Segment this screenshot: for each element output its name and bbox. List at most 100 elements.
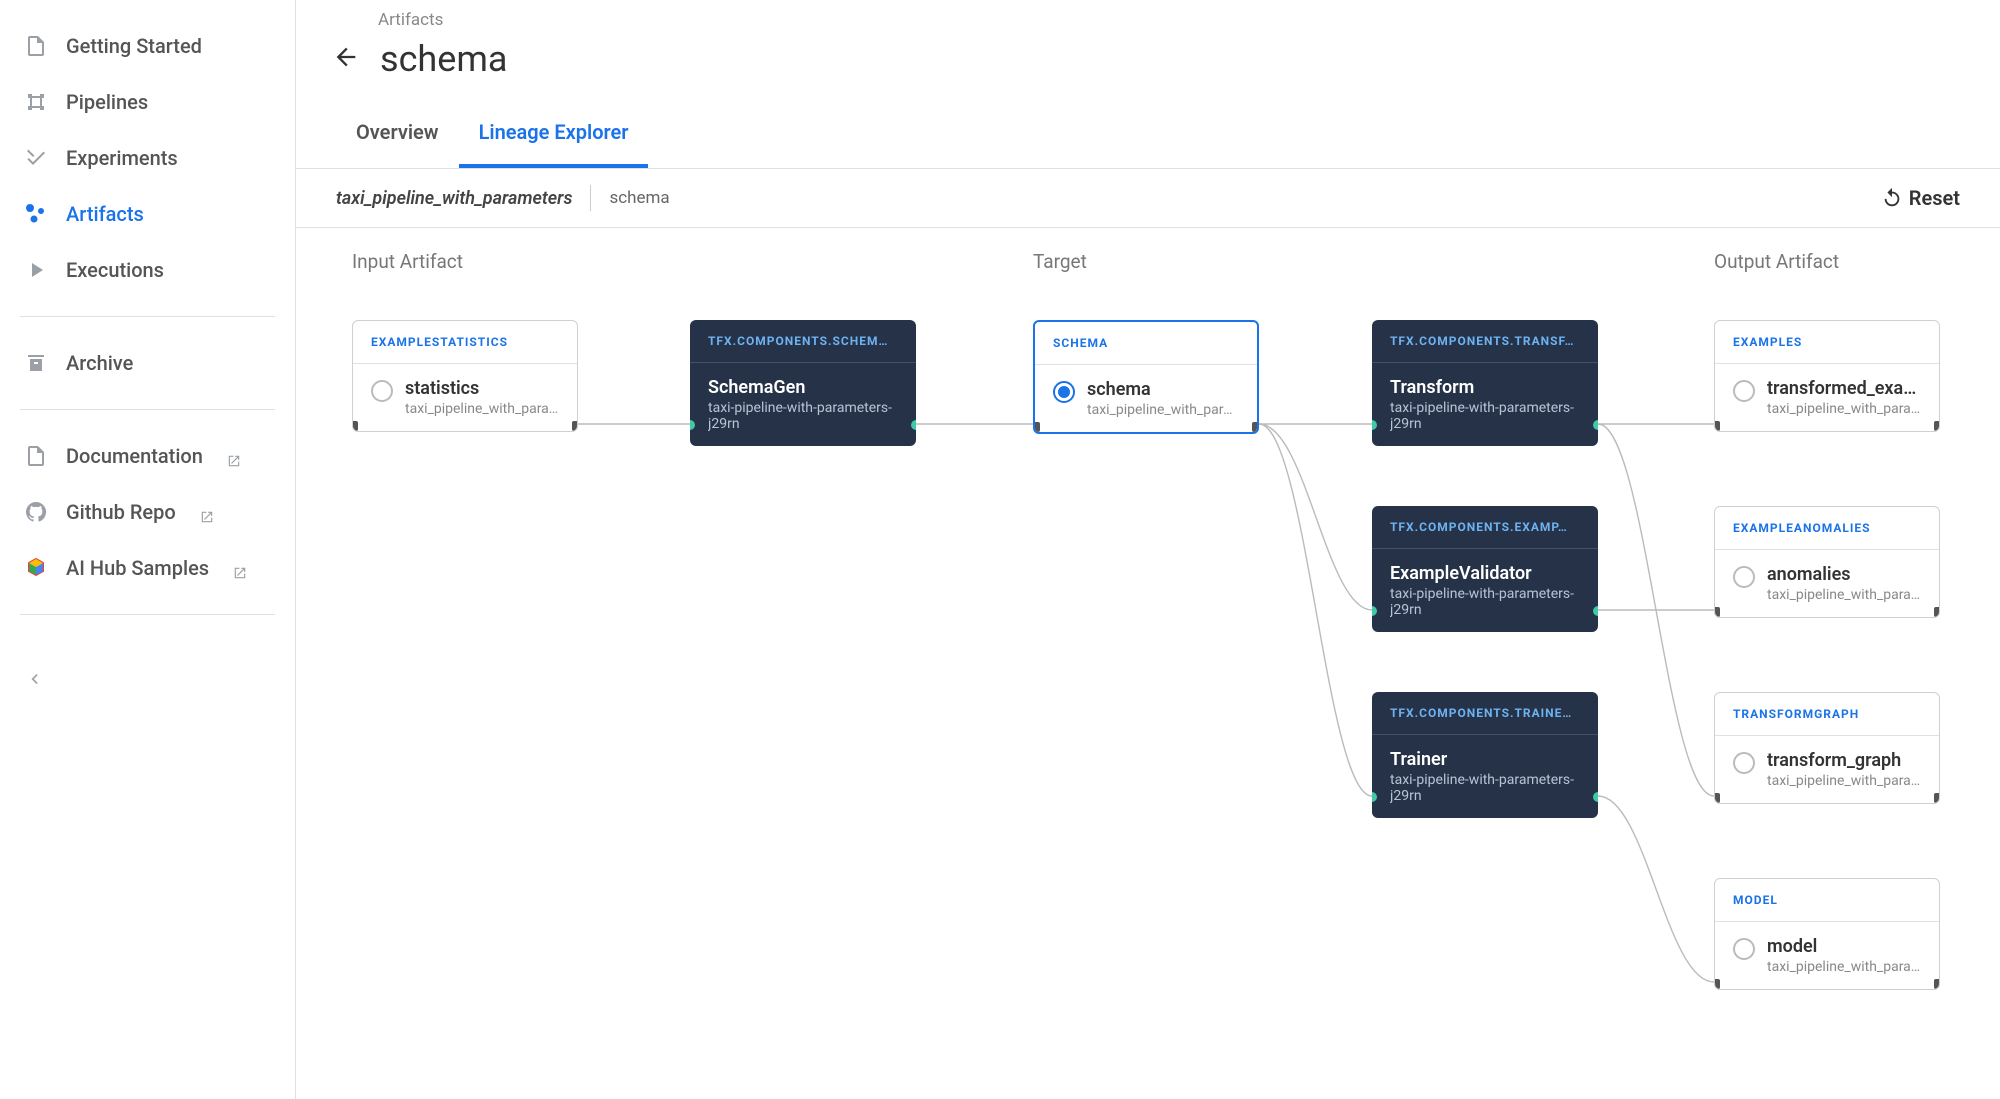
- sidebar-label: Documentation: [66, 444, 203, 468]
- card-title: model: [1767, 936, 1921, 957]
- port: [1714, 979, 1720, 989]
- archive-icon: [24, 351, 48, 375]
- card-type: TFX.COMPONENTS.TRANSF…: [1390, 334, 1580, 348]
- executions-icon: [24, 258, 48, 282]
- card-type: SCHEMA: [1053, 336, 1239, 350]
- radio-icon[interactable]: [1733, 752, 1755, 774]
- card-subtitle: taxi_pipeline_with_parameters: [1767, 401, 1921, 417]
- card-out-anomalies[interactable]: EXAMPLEANOMALIES anomalies taxi_pipeline…: [1714, 506, 1940, 618]
- card-transform[interactable]: TFX.COMPONENTS.TRANSF… Transform taxi-pi…: [1372, 320, 1598, 446]
- card-subtitle: taxi-pipeline-with-parameters-j29rn: [1390, 586, 1580, 618]
- port: [572, 421, 578, 431]
- card-subtitle: taxi_pipeline_with_parameters: [1767, 959, 1921, 975]
- github-icon: [24, 500, 48, 524]
- sidebar-item-documentation[interactable]: Documentation: [0, 428, 295, 484]
- card-example-validator[interactable]: TFX.COMPONENTS.EXAMP… ExampleValidator t…: [1372, 506, 1598, 632]
- port: [1714, 421, 1720, 431]
- divider: [20, 614, 275, 615]
- port: [1934, 421, 1940, 431]
- tab-overview[interactable]: Overview: [336, 100, 459, 168]
- radio-icon[interactable]: [1733, 566, 1755, 588]
- port: [1714, 607, 1720, 617]
- sidebar-label: Github Repo: [66, 500, 176, 524]
- sidebar-item-aihub[interactable]: AI Hub Samples: [0, 540, 295, 596]
- port: [1033, 422, 1040, 432]
- sidebar-label: Archive: [66, 351, 133, 375]
- card-title: transform_graph: [1767, 750, 1921, 771]
- experiments-icon: [24, 146, 48, 170]
- card-input-artifact[interactable]: EXAMPLESTATISTICS statistics taxi_pipeli…: [352, 320, 578, 432]
- port: [1252, 422, 1259, 432]
- sidebar-item-artifacts[interactable]: Artifacts: [0, 186, 295, 242]
- reset-button[interactable]: Reset: [1881, 186, 1960, 210]
- port: [1934, 793, 1940, 803]
- artifacts-icon: [24, 202, 48, 226]
- card-title: statistics: [405, 378, 559, 399]
- card-type: EXAMPLES: [1733, 335, 1921, 349]
- port: [1934, 607, 1940, 617]
- radio-icon[interactable]: [1733, 938, 1755, 960]
- sidebar-item-github[interactable]: Github Repo: [0, 484, 295, 540]
- sidebar-label: Executions: [66, 258, 164, 282]
- port: [1934, 979, 1940, 989]
- column-header-target: Target: [1033, 250, 1087, 273]
- external-link-icon: [200, 505, 214, 519]
- tab-lineage-explorer[interactable]: Lineage Explorer: [459, 100, 649, 168]
- card-out-transformgraph[interactable]: TRANSFORMGRAPH transform_graph taxi_pipe…: [1714, 692, 1940, 804]
- sidebar-item-archive[interactable]: Archive: [0, 335, 295, 391]
- aihub-icon: [24, 556, 48, 580]
- card-trainer[interactable]: TFX.COMPONENTS.TRAINE… Trainer taxi-pipe…: [1372, 692, 1598, 818]
- card-out-examples[interactable]: EXAMPLES transformed_examples taxi_pipel…: [1714, 320, 1940, 432]
- card-subtitle: taxi-pipeline-with-parameters-j29rn: [1390, 772, 1580, 804]
- sidebar-item-getting-started[interactable]: Getting Started: [0, 18, 295, 74]
- card-title: Transform: [1390, 377, 1580, 398]
- external-link-icon: [233, 561, 247, 575]
- sidebar-item-pipelines[interactable]: Pipelines: [0, 74, 295, 130]
- pipelines-icon: [24, 90, 48, 114]
- card-type: EXAMPLESTATISTICS: [371, 335, 559, 349]
- card-subtitle: taxi-pipeline-with-parameters-j29rn: [708, 400, 898, 432]
- reset-label: Reset: [1909, 186, 1960, 210]
- card-type: MODEL: [1733, 893, 1921, 907]
- card-title: transformed_examples: [1767, 378, 1921, 399]
- card-out-model[interactable]: MODEL model taxi_pipeline_with_parameter…: [1714, 878, 1940, 990]
- document-icon: [24, 34, 48, 58]
- back-arrow-icon[interactable]: [332, 43, 360, 75]
- sidebar-label: AI Hub Samples: [66, 556, 209, 580]
- port: [1593, 792, 1598, 802]
- card-title: ExampleValidator: [1390, 563, 1580, 584]
- external-link-icon: [227, 449, 241, 463]
- card-type: TFX.COMPONENTS.TRAINE…: [1390, 706, 1580, 720]
- port: [911, 420, 916, 430]
- breadcrumb[interactable]: Artifacts: [378, 10, 1960, 30]
- card-subtitle: taxi_pipeline_with_parameters: [405, 401, 559, 417]
- sidebar-item-experiments[interactable]: Experiments: [0, 130, 295, 186]
- divider: [20, 409, 275, 410]
- sidebar-label: Experiments: [66, 146, 178, 170]
- tabs: Overview Lineage Explorer: [296, 100, 2000, 169]
- separator: [590, 185, 591, 211]
- column-header-output: Output Artifact: [1714, 250, 1839, 273]
- card-target-schema[interactable]: SCHEMA schema taxi_pipeline_with_paramet…: [1033, 320, 1259, 434]
- card-type: TRANSFORMGRAPH: [1733, 707, 1921, 721]
- card-type: EXAMPLEANOMALIES: [1733, 521, 1921, 535]
- lineage-canvas[interactable]: Input Artifact Target Output Artifact EX…: [296, 228, 2000, 1099]
- radio-icon[interactable]: [371, 380, 393, 402]
- card-schemagen[interactable]: TFX.COMPONENTS.SCHEM… SchemaGen taxi-pip…: [690, 320, 916, 446]
- collapse-sidebar-button[interactable]: [0, 653, 295, 709]
- card-title: anomalies: [1767, 564, 1921, 585]
- sidebar-item-executions[interactable]: Executions: [0, 242, 295, 298]
- column-header-input: Input Artifact: [352, 250, 463, 273]
- card-subtitle: taxi-pipeline-with-parameters-j29rn: [1390, 400, 1580, 432]
- pipeline-name: taxi_pipeline_with_parameters: [336, 188, 572, 209]
- card-subtitle: taxi_pipeline_with_parameters: [1087, 402, 1239, 418]
- port: [352, 421, 358, 431]
- subbar: taxi_pipeline_with_parameters schema Res…: [296, 169, 2000, 228]
- radio-icon[interactable]: [1053, 381, 1075, 403]
- card-subtitle: taxi_pipeline_with_parameters: [1767, 773, 1921, 789]
- card-type: TFX.COMPONENTS.EXAMP…: [1390, 520, 1580, 534]
- card-subtitle: taxi_pipeline_with_parameters: [1767, 587, 1921, 603]
- port: [1593, 420, 1598, 430]
- port: [1593, 606, 1598, 616]
- radio-icon[interactable]: [1733, 380, 1755, 402]
